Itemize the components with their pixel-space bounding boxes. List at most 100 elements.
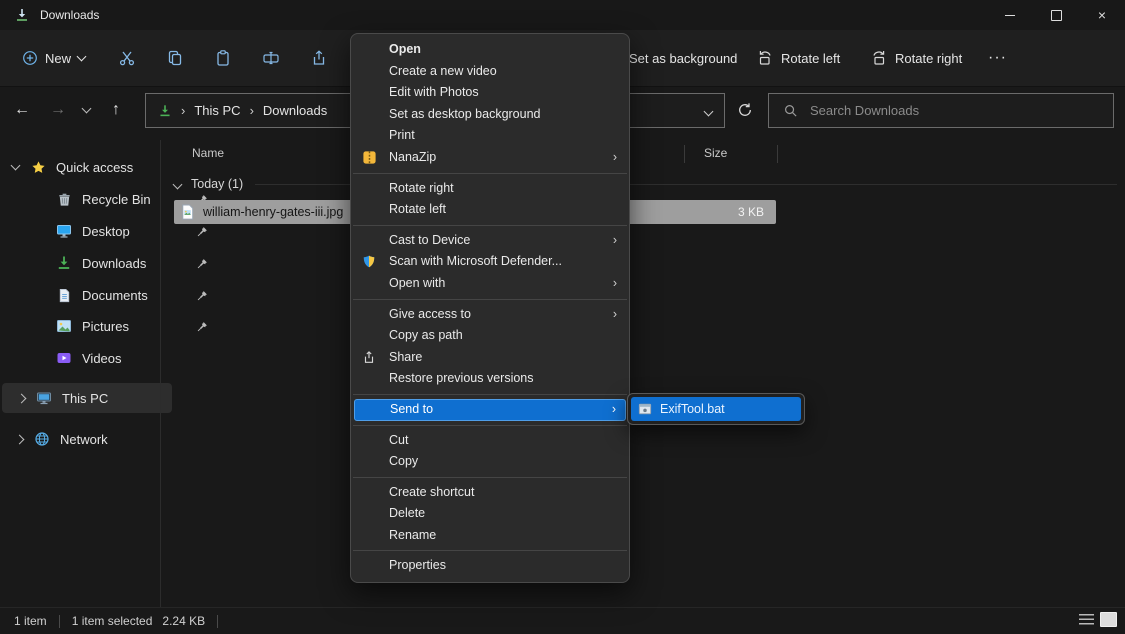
forward-button[interactable]: →	[42, 94, 74, 126]
chevron-down-icon	[81, 104, 91, 114]
up-button[interactable]: ↑	[100, 94, 132, 126]
menu-separator	[353, 173, 627, 174]
context-menu: Open Create a new video Edit with Photos…	[350, 33, 630, 583]
chevron-down-icon	[77, 52, 87, 62]
pin-icon	[197, 226, 208, 237]
close-button[interactable]: ×	[1079, 0, 1125, 30]
breadcrumb-downloads[interactable]: Downloads	[263, 103, 327, 118]
status-divider	[217, 615, 218, 628]
context-menu-item-create-shortcut[interactable]: Create shortcut	[351, 482, 629, 504]
videos-icon	[56, 350, 72, 366]
large-icons-view-icon[interactable]	[1100, 612, 1117, 627]
documents-icon	[56, 288, 72, 303]
group-header-label: Today (1)	[191, 177, 243, 191]
status-bar: 1 item 1 item selected 2.24 KB	[0, 607, 1125, 634]
sidebar-item-label: Downloads	[82, 256, 146, 271]
column-divider[interactable]	[777, 145, 778, 163]
maximize-button[interactable]	[1033, 0, 1079, 30]
context-menu-item-edit-with-photos[interactable]: Edit with Photos	[351, 82, 629, 104]
new-plus-icon	[22, 50, 38, 66]
window-controls: ×	[987, 0, 1125, 30]
context-menu-item-nanazip[interactable]: NanaZip ›	[351, 147, 629, 169]
context-menu-item-rotate-right[interactable]: Rotate right	[351, 178, 629, 200]
menu-separator	[353, 225, 627, 226]
set-as-background-label: Set as background	[629, 51, 737, 66]
cut-icon	[118, 49, 136, 67]
context-menu-item-set-as-desktop-background[interactable]: Set as desktop background	[351, 104, 629, 126]
context-menu-item-share[interactable]: Share	[351, 347, 629, 369]
sidebar-item-documents[interactable]: Documents	[0, 280, 216, 310]
paste-button[interactable]	[203, 42, 243, 74]
context-menu-item-properties[interactable]: Properties	[351, 555, 629, 577]
column-headers: Name Size	[160, 142, 1125, 166]
exiftool-app-icon	[638, 402, 652, 416]
rotate-right-icon	[870, 49, 888, 67]
pictures-icon	[56, 318, 72, 334]
share-button[interactable]	[299, 42, 339, 74]
column-header-name[interactable]: Name	[192, 146, 224, 160]
copy-icon	[166, 49, 184, 67]
context-menu-item-print[interactable]: Print	[351, 125, 629, 147]
sidebar-item-downloads[interactable]: Downloads	[0, 248, 216, 278]
context-menu-item-scan-with-defender[interactable]: Scan with Microsoft Defender...	[351, 251, 629, 273]
chevron-right-icon	[14, 436, 24, 443]
context-menu-item-copy-as-path[interactable]: Copy as path	[351, 325, 629, 347]
context-menu-item-open[interactable]: Open	[351, 39, 629, 61]
window-title: Downloads	[40, 8, 99, 22]
share-icon	[310, 49, 328, 67]
sidebar-item-label: Pictures	[82, 319, 129, 334]
refresh-button[interactable]	[729, 94, 761, 126]
see-more-button[interactable]: ···	[980, 42, 1015, 74]
search-input[interactable]	[808, 102, 1113, 119]
back-button[interactable]: ←	[6, 94, 38, 126]
selection-count: 1 item selected	[72, 614, 153, 628]
breadcrumb-this-pc[interactable]: This PC	[194, 103, 240, 118]
address-dropdown-button[interactable]	[705, 103, 712, 118]
sidebar-item-label: Quick access	[56, 160, 133, 175]
context-menu-item-delete[interactable]: Delete	[351, 503, 629, 525]
sidebar-item-network[interactable]: Network	[0, 424, 174, 454]
new-button[interactable]: New	[14, 42, 93, 74]
context-menu-item-restore-previous-versions[interactable]: Restore previous versions	[351, 368, 629, 390]
context-menu-item-rename[interactable]: Rename	[351, 525, 629, 547]
chevron-right-icon	[16, 395, 26, 402]
sidebar-item-label: This PC	[62, 391, 108, 406]
sidebar-item-pictures[interactable]: Pictures	[0, 311, 216, 341]
context-menu-item-cast-to-device[interactable]: Cast to Device ›	[351, 230, 629, 252]
context-menu-item-cut[interactable]: Cut	[351, 430, 629, 452]
rotate-left-button[interactable]: Rotate left	[748, 42, 848, 74]
navigation-pane: Quick access Recycle Bin Desktop Downloa…	[0, 140, 160, 608]
context-menu-item-rotate-left[interactable]: Rotate left	[351, 199, 629, 221]
rotate-right-button[interactable]: Rotate right	[862, 42, 970, 74]
cut-button[interactable]	[107, 42, 147, 74]
sidebar-item-label: Documents	[82, 288, 148, 303]
sidebar-item-label: Videos	[82, 351, 122, 366]
submenu-arrow-icon: ›	[613, 273, 617, 295]
sidebar-item-quick-access[interactable]: Quick access	[0, 152, 170, 182]
context-menu-item-open-with[interactable]: Open with ›	[351, 273, 629, 295]
search-icon	[769, 103, 798, 118]
sidebar-item-label: Desktop	[82, 224, 130, 239]
details-view-icon[interactable]	[1079, 614, 1094, 626]
nanazip-icon	[362, 150, 377, 165]
context-menu-item-create-a-new-video[interactable]: Create a new video	[351, 61, 629, 83]
context-menu-item-copy[interactable]: Copy	[351, 451, 629, 473]
pin-icon	[197, 321, 208, 332]
submenu-item-label: ExifTool.bat	[660, 402, 725, 416]
titlebar: Downloads ×	[0, 0, 1125, 30]
share-icon	[362, 350, 376, 365]
submenu-item-exiftool[interactable]: ExifTool.bat	[631, 397, 801, 421]
sidebar-item-videos[interactable]: Videos	[0, 343, 216, 373]
context-menu-item-give-access-to[interactable]: Give access to ›	[351, 304, 629, 326]
submenu-arrow-icon: ›	[613, 147, 617, 169]
column-header-size[interactable]: Size	[704, 146, 727, 160]
see-more-icon: ···	[988, 49, 1007, 67]
rename-button[interactable]	[251, 42, 291, 74]
recent-locations-button[interactable]	[74, 94, 98, 126]
context-menu-item-send-to[interactable]: Send to ›	[354, 399, 626, 421]
copy-button[interactable]	[155, 42, 195, 74]
group-header-today[interactable]: Today (1)	[160, 173, 1117, 195]
column-divider[interactable]	[684, 145, 685, 163]
minimize-button[interactable]	[987, 0, 1033, 30]
sidebar-item-this-pc[interactable]: This PC	[2, 383, 172, 413]
